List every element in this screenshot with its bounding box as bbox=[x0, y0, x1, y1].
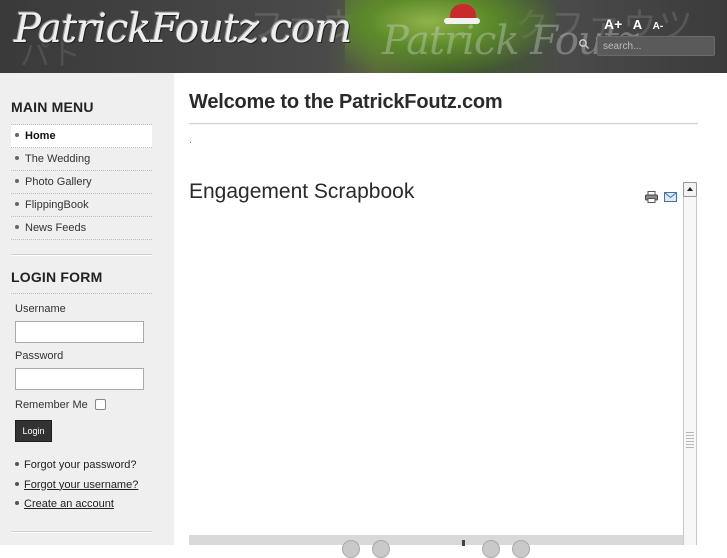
search-input[interactable] bbox=[597, 36, 715, 56]
email-icon[interactable] bbox=[664, 192, 677, 202]
font-reset-button[interactable]: A bbox=[633, 17, 642, 32]
search-icon bbox=[579, 39, 589, 49]
toolbar-next-page-button[interactable] bbox=[482, 540, 500, 558]
sidebar-divider bbox=[11, 254, 152, 256]
bullet-icon bbox=[15, 501, 19, 506]
create-account-link[interactable]: Create an account bbox=[24, 498, 114, 510]
bullet-icon bbox=[15, 133, 19, 138]
bullet-icon bbox=[15, 179, 19, 184]
main-menu-title: MAIN MENU bbox=[11, 99, 94, 115]
main-menu: Home The Wedding Photo Gallery FlippingB… bbox=[11, 125, 152, 240]
menu-item-label: FlippingBook bbox=[25, 199, 89, 211]
bullet-icon bbox=[15, 225, 19, 230]
bullet-icon bbox=[15, 481, 19, 486]
login-button[interactable]: Login bbox=[15, 420, 52, 442]
article-title: Engagement Scrapbook bbox=[189, 180, 415, 203]
title-divider bbox=[189, 123, 698, 125]
scroll-up-arrow-icon[interactable] bbox=[683, 182, 697, 197]
menu-item-label: The Wedding bbox=[25, 153, 91, 165]
username-field[interactable] bbox=[15, 321, 144, 343]
flipbook-scrollbar[interactable] bbox=[683, 182, 697, 545]
intro-text: . bbox=[189, 136, 192, 146]
menu-item-news-feeds[interactable]: News Feeds bbox=[11, 217, 152, 240]
font-increase-button[interactable]: A+ bbox=[604, 16, 622, 32]
site-header: ファウツ トリックファウツ パト Patrick Foutz PatrickFo… bbox=[0, 0, 727, 73]
menu-item-the-wedding[interactable]: The Wedding bbox=[11, 148, 152, 171]
print-icon[interactable] bbox=[645, 191, 658, 203]
bullet-icon bbox=[15, 202, 19, 207]
toolbar-first-page-button[interactable] bbox=[342, 540, 360, 558]
username-label: Username bbox=[15, 303, 66, 315]
forgot-password-item: Forgot your password? bbox=[15, 459, 138, 479]
create-account-item: Create an account bbox=[15, 498, 138, 518]
sidebar-bottom-divider bbox=[11, 531, 152, 533]
menu-item-label: Photo Gallery bbox=[25, 176, 92, 188]
forgot-username-item: Forgot your username? bbox=[15, 479, 138, 499]
bullet-icon bbox=[15, 156, 19, 161]
toolbar-page-marker bbox=[462, 540, 465, 546]
remember-me-label: Remember Me bbox=[15, 399, 88, 411]
password-field[interactable] bbox=[15, 368, 144, 390]
login-title-divider bbox=[11, 293, 152, 294]
login-form-title: LOGIN FORM bbox=[11, 269, 103, 285]
login-links: Forgot your password? Forgot your userna… bbox=[15, 459, 138, 518]
password-label: Password bbox=[15, 350, 64, 362]
font-size-controls: A+ A A- bbox=[604, 16, 669, 34]
bullet-icon bbox=[15, 462, 19, 467]
menu-item-photo-gallery[interactable]: Photo Gallery bbox=[11, 171, 152, 194]
toolbar-prev-page-button[interactable] bbox=[372, 540, 390, 558]
remember-me-checkbox[interactable] bbox=[95, 399, 106, 410]
page-title: Welcome to the PatrickFoutz.com bbox=[189, 91, 503, 113]
menu-item-label: News Feeds bbox=[25, 222, 87, 234]
menu-item-home[interactable]: Home bbox=[11, 125, 152, 148]
forgot-username-link[interactable]: Forgot your username? bbox=[24, 479, 138, 491]
forgot-password-link[interactable]: Forgot your password? bbox=[24, 459, 137, 471]
flipbook-frame[interactable] bbox=[189, 182, 698, 545]
menu-item-flippingbook[interactable]: FlippingBook bbox=[11, 194, 152, 217]
toolbar-last-page-button[interactable] bbox=[512, 540, 530, 558]
menu-item-label: Home bbox=[25, 130, 56, 142]
scrollbar-grip[interactable] bbox=[686, 432, 694, 450]
flipbook-toolbar bbox=[189, 535, 683, 545]
font-decrease-button[interactable]: A- bbox=[653, 21, 664, 32]
site-logo[interactable]: PatrickFoutz.com bbox=[14, 6, 352, 52]
